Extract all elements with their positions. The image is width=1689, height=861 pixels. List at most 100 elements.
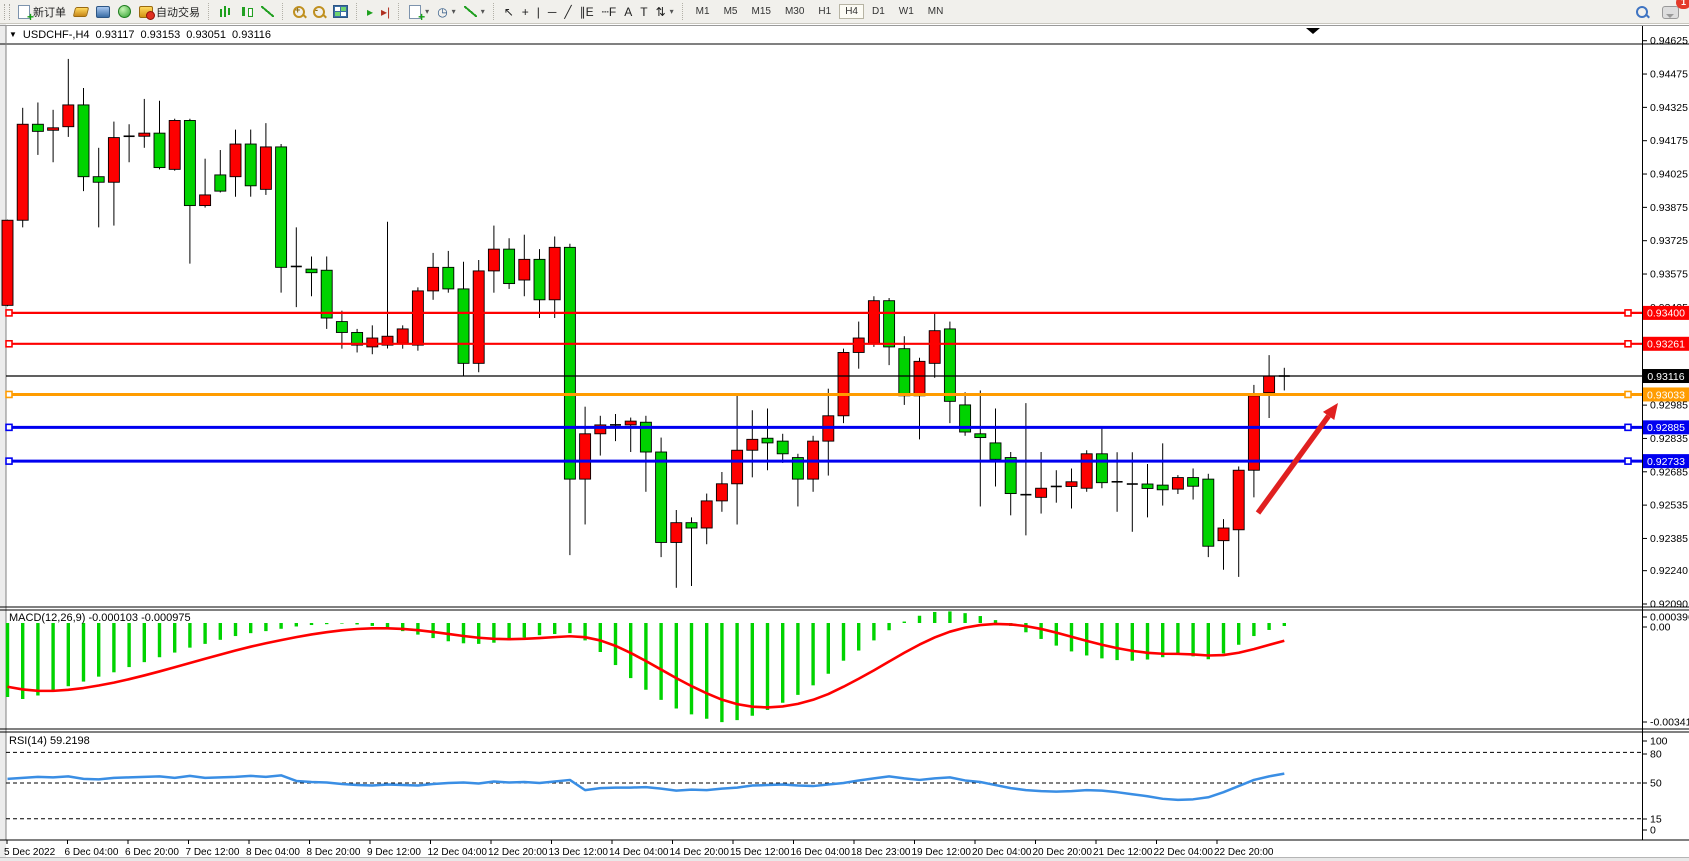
candle-down	[336, 322, 347, 333]
candle-down	[504, 249, 515, 283]
price-tick-label: 0.93875	[1650, 202, 1688, 214]
indicators-icon	[464, 6, 477, 17]
trend-arrow[interactable]	[1258, 403, 1338, 513]
timeframe-m15-button[interactable]: M15	[745, 4, 776, 19]
auto-scroll-icon: ▸	[367, 6, 373, 18]
fibonacci-button[interactable]: ┄F	[598, 2, 621, 22]
hline-handle-left[interactable]	[6, 424, 12, 430]
dropdown-caret-icon: ▾	[452, 7, 456, 16]
timeframe-w1-button[interactable]: W1	[893, 4, 920, 19]
new-chart-button[interactable]: ▾	[405, 2, 433, 22]
candle-up	[838, 352, 849, 415]
toolbar-separator	[282, 3, 285, 20]
timeframe-d1-button[interactable]: D1	[866, 4, 891, 19]
candle-up	[48, 128, 59, 130]
candle-up	[1066, 482, 1077, 487]
hline-handle-left[interactable]	[6, 391, 12, 397]
new-order-button[interactable]: 新订单	[14, 2, 70, 22]
hline-handle-right[interactable]	[1625, 391, 1631, 397]
candle-up	[428, 267, 439, 291]
rsi-axis-label: 0	[1650, 825, 1656, 837]
toolbar-separator	[208, 3, 211, 20]
search-button[interactable]	[1632, 2, 1652, 22]
label-button[interactable]: T	[636, 2, 651, 22]
candle-down	[762, 438, 773, 443]
time-tick-label: 22 Dec 04:00	[1154, 847, 1214, 858]
dropdown-caret-icon: ▾	[670, 7, 674, 16]
hline-icon: ─	[548, 6, 557, 18]
arrows-button[interactable]: ⇅▾	[652, 2, 678, 22]
cursor-button[interactable]: ↖	[500, 2, 518, 22]
indicators-button[interactable]: ▾	[460, 2, 489, 22]
hline-handle-right[interactable]	[1625, 458, 1631, 464]
hline-handle-right[interactable]	[1625, 424, 1631, 430]
candle-up	[625, 421, 636, 425]
zoom-in-button[interactable]: +	[289, 2, 309, 22]
line-chart-button[interactable]	[257, 2, 278, 22]
community-button[interactable]: 1	[1658, 2, 1683, 22]
crosshair-button[interactable]: +	[518, 2, 533, 22]
time-tick-label: 8 Dec 20:00	[307, 847, 361, 858]
profiles-icon: ◷	[437, 6, 447, 18]
line-chart-icon	[261, 6, 274, 17]
time-tick-label: 8 Dec 04:00	[246, 847, 300, 858]
rsi-axis-label: 50	[1650, 778, 1662, 790]
price-tick-label: 0.92535	[1650, 500, 1688, 512]
candle-up	[519, 259, 530, 280]
metaeditor-button[interactable]	[70, 2, 92, 22]
hline-handle-left[interactable]	[6, 458, 12, 464]
candle-up	[63, 105, 74, 127]
timeframe-m30-button[interactable]: M30	[779, 4, 810, 19]
channel-icon: ∥E	[580, 6, 594, 18]
trendline-button[interactable]: ╱	[560, 2, 575, 22]
chart-shift-button[interactable]: ▸|	[377, 2, 394, 22]
rsi-axis-label: 80	[1650, 749, 1662, 761]
price-tick-label: 0.93575	[1650, 269, 1688, 281]
market-watch-icon	[96, 6, 110, 18]
hline-button[interactable]: ─	[544, 2, 561, 22]
candle-up	[1264, 376, 1275, 393]
hline-handle-left[interactable]	[6, 341, 12, 347]
candle-up	[1036, 488, 1047, 497]
candlestick-button[interactable]	[236, 2, 257, 22]
candle-down	[1142, 484, 1153, 488]
macd-axis-label: 0.00	[1650, 622, 1671, 634]
candle-down	[990, 443, 1001, 459]
bar-chart-icon	[219, 5, 232, 18]
bar-chart-button[interactable]	[215, 2, 236, 22]
candle-down	[899, 349, 910, 396]
timeframe-h1-button[interactable]: H1	[812, 4, 837, 19]
time-tick-label: 9 Dec 12:00	[367, 847, 421, 858]
autotrading-button[interactable]: 自动交易	[135, 2, 204, 22]
candle-down	[1157, 485, 1168, 490]
hline-handle-right[interactable]	[1625, 310, 1631, 316]
tile-windows-button[interactable]	[329, 2, 352, 22]
price-tick-label: 0.94625	[1650, 35, 1688, 47]
candlestick-icon	[240, 5, 253, 18]
vline-button[interactable]: |	[533, 2, 544, 22]
time-tick-label: 20 Dec 04:00	[972, 847, 1032, 858]
text-icon: A	[624, 6, 632, 18]
text-button[interactable]: A	[620, 2, 636, 22]
hline-handle-left[interactable]	[6, 310, 12, 316]
hline-handle-right[interactable]	[1625, 341, 1631, 347]
market-watch-button[interactable]	[92, 2, 114, 22]
zoom-out-button[interactable]: -	[309, 2, 329, 22]
new-order-button-label: 新订单	[33, 4, 66, 20]
timeframe-h4-button[interactable]: H4	[839, 4, 864, 19]
chart-shift-marker[interactable]	[1306, 28, 1320, 34]
fibonacci-icon: ┄F	[602, 6, 617, 18]
auto-scroll-button[interactable]: ▸	[363, 2, 377, 22]
candle-up	[549, 247, 560, 299]
autotrading-icon	[139, 6, 153, 18]
timeframe-m1-button[interactable]: M1	[690, 4, 716, 19]
rsi-line	[8, 774, 1285, 800]
candle-up	[1218, 528, 1229, 541]
channel-button[interactable]: ∥E	[576, 2, 598, 22]
candle-down	[884, 301, 895, 347]
profiles-button[interactable]: ◷▾	[433, 2, 460, 22]
arrows-icon: ⇅	[656, 6, 666, 18]
signals-button[interactable]	[114, 2, 135, 22]
timeframe-m5-button[interactable]: M5	[718, 4, 744, 19]
timeframe-mn-button[interactable]: MN	[922, 4, 950, 19]
